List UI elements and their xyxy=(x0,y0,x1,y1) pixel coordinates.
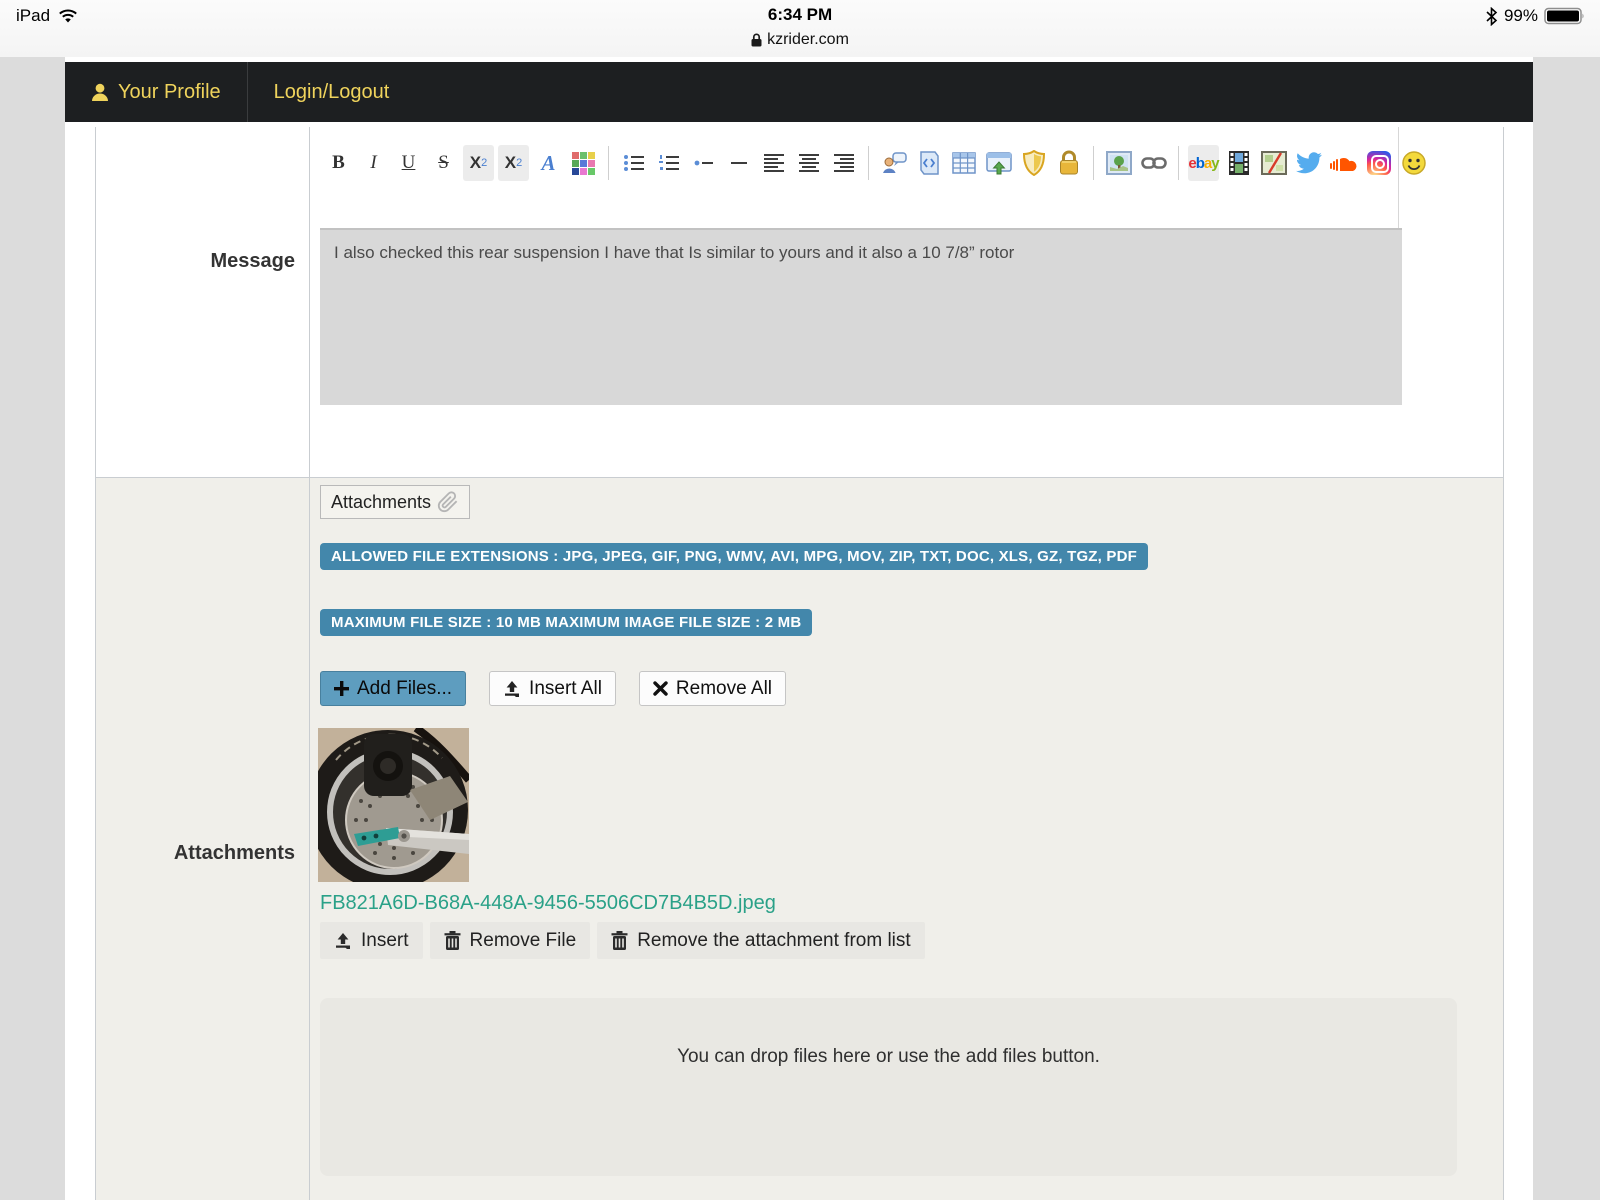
image-icon[interactable] xyxy=(1103,145,1134,181)
remove-file-button[interactable]: Remove File xyxy=(430,922,591,959)
align-left-icon[interactable] xyxy=(758,145,789,181)
x-icon xyxy=(653,681,668,696)
battery-percent: 99% xyxy=(1504,6,1538,26)
message-textarea[interactable]: I also checked this rear suspension I ha… xyxy=(320,228,1402,405)
insert-file-button[interactable]: Insert xyxy=(320,922,423,959)
code-icon[interactable] xyxy=(913,145,944,181)
table-left-border xyxy=(95,127,96,1200)
add-files-button[interactable]: Add Files... xyxy=(320,671,466,706)
video-icon[interactable] xyxy=(1223,145,1254,181)
table-right-border xyxy=(1503,127,1504,1200)
page-popup-icon[interactable] xyxy=(983,145,1014,181)
paperclip-icon xyxy=(437,490,459,514)
upload-icon xyxy=(503,680,521,698)
numbered-list-icon[interactable] xyxy=(653,145,684,181)
battery-icon xyxy=(1544,6,1586,26)
user-icon xyxy=(91,83,109,102)
align-right-icon[interactable] xyxy=(828,145,859,181)
ios-status-bar: iPad 6:34 PM kzrider.com 99% xyxy=(0,0,1600,57)
bold-icon[interactable]: B xyxy=(323,145,354,181)
dropzone-hint: You can drop files here or use the add f… xyxy=(320,1046,1457,1068)
trash-icon xyxy=(444,931,461,951)
allowed-extensions-badge: ALLOWED FILE EXTENSIONS : JPG, JPEG, GIF… xyxy=(320,543,1148,570)
clock: 6:34 PM xyxy=(0,5,1600,25)
editor-border xyxy=(1398,127,1399,228)
remove-attachment-button[interactable]: Remove the attachment from list xyxy=(597,922,925,959)
wheel-photo xyxy=(318,728,469,882)
remove-all-button[interactable]: Remove All xyxy=(639,671,786,706)
soundcloud-icon[interactable] xyxy=(1328,145,1359,181)
font-color-icon[interactable]: A xyxy=(533,145,564,181)
file-actions: Insert Remove File Remove the attachment… xyxy=(320,922,925,959)
upload-icon xyxy=(334,932,352,950)
ebay-icon[interactable]: ebay xyxy=(1188,145,1219,181)
subscript-icon[interactable]: X2 xyxy=(463,145,494,181)
strikethrough-icon[interactable]: S xyxy=(428,145,459,181)
indent-icon[interactable] xyxy=(688,145,719,181)
toolbar-divider xyxy=(868,146,869,180)
lock-icon[interactable] xyxy=(1053,145,1084,181)
attachments-toggle-button[interactable]: Attachments xyxy=(320,485,470,519)
message-row-label: Message xyxy=(95,250,295,273)
url-bar[interactable]: kzrider.com xyxy=(0,31,1600,49)
quote-icon[interactable] xyxy=(878,145,909,181)
rich-text-toolbar: B I U S X2 X2 A xyxy=(323,142,1463,184)
attachments-row-label: Attachments xyxy=(95,842,295,865)
toolbar-divider xyxy=(1178,146,1179,180)
align-center-icon[interactable] xyxy=(793,145,824,181)
link-icon[interactable] xyxy=(1138,145,1169,181)
toolbar-divider xyxy=(1093,146,1094,180)
bluetooth-icon xyxy=(1485,7,1498,26)
https-lock-icon xyxy=(751,33,762,47)
italic-icon[interactable]: I xyxy=(358,145,389,181)
attachment-actions: Add Files... Insert All Remove All xyxy=(320,671,786,706)
underline-icon[interactable]: U xyxy=(393,145,424,181)
table-row-divider xyxy=(95,477,1504,478)
shield-icon[interactable] xyxy=(1018,145,1049,181)
table-column-divider xyxy=(309,127,310,1200)
file-dropzone[interactable]: You can drop files here or use the add f… xyxy=(320,998,1457,1176)
plus-icon xyxy=(334,681,349,696)
nav-your-profile[interactable]: Your Profile xyxy=(65,62,247,122)
screenshot-root: iPad 6:34 PM kzrider.com 99% xyxy=(0,0,1600,1200)
nav-login-logout-label: Login/Logout xyxy=(274,81,390,104)
bulleted-list-icon[interactable] xyxy=(618,145,649,181)
superscript-icon[interactable]: X2 xyxy=(498,145,529,181)
map-icon[interactable] xyxy=(1258,145,1289,181)
insert-all-button[interactable]: Insert All xyxy=(489,671,616,706)
nav-login-logout[interactable]: Login/Logout xyxy=(248,62,416,122)
site-navbar: Your Profile Login/Logout xyxy=(65,62,1533,122)
instagram-icon[interactable] xyxy=(1363,145,1394,181)
toolbar-divider xyxy=(608,146,609,180)
site-domain: kzrider.com xyxy=(767,31,849,49)
emoticon-icon[interactable] xyxy=(1398,145,1429,181)
color-palette-icon[interactable] xyxy=(568,145,599,181)
max-size-badge: MAXIMUM FILE SIZE : 10 MB MAXIMUM IMAGE … xyxy=(320,609,812,636)
attachment-thumbnail[interactable] xyxy=(318,728,469,882)
horizontal-rule-icon[interactable] xyxy=(723,145,754,181)
attachment-filename-link[interactable]: FB821A6D-B68A-448A-9456-5506CD7B4B5D.jpe… xyxy=(320,892,776,915)
trash-icon xyxy=(611,931,628,951)
table-icon[interactable] xyxy=(948,145,979,181)
twitter-icon[interactable] xyxy=(1293,145,1324,181)
nav-your-profile-label: Your Profile xyxy=(118,81,221,104)
